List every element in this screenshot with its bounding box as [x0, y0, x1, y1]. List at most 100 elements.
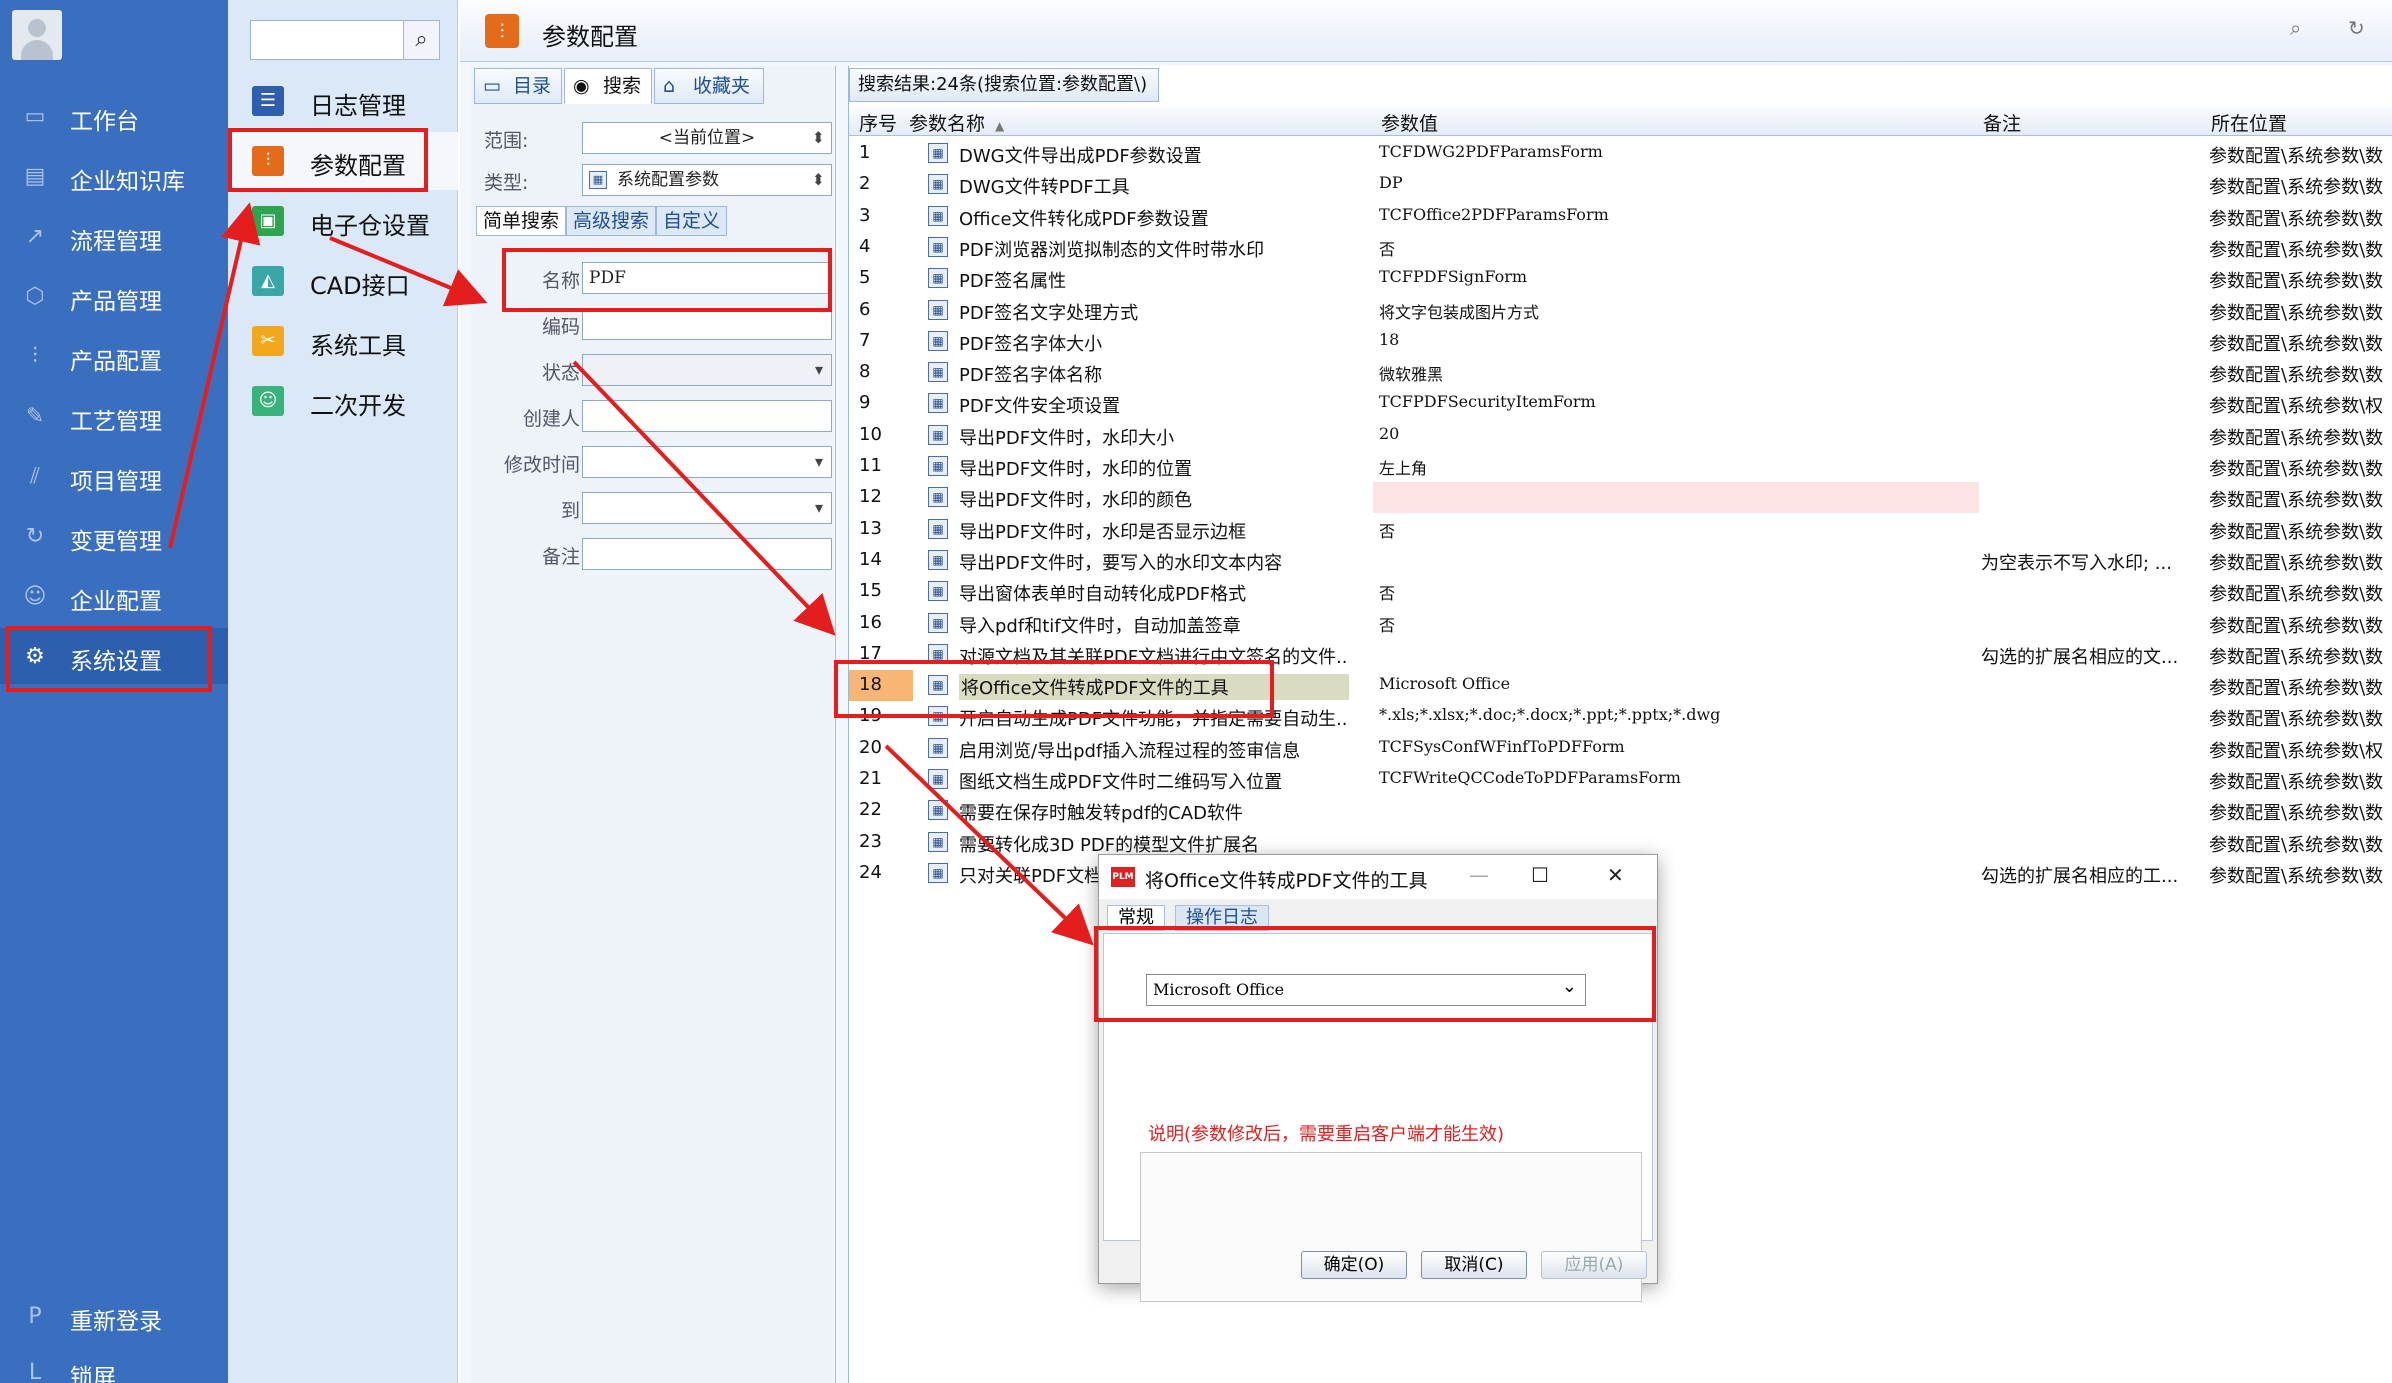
annotation-box-parameter-config [228, 128, 428, 192]
minimize-icon[interactable]: — [1469, 863, 1489, 887]
modified-from-date[interactable] [582, 446, 832, 478]
tab-directory[interactable]: ▭ 目录 [474, 68, 562, 104]
param-name: PDF签名字体大小 [959, 333, 1103, 355]
table-row[interactable]: 6 ▦ PDF签名文字处理方式 将文字包装成图片方式 参数配置\系统参数\数 [849, 295, 2392, 326]
row-number: 6 [859, 298, 871, 320]
nav-item-workflow[interactable]: ↗ 流程管理 [0, 208, 228, 264]
table-row[interactable]: 5 ▦ PDF签名属性 TCFPDFSignForm 参数配置\系统参数\数 [849, 263, 2392, 294]
column-header-no[interactable]: 序号 [859, 109, 897, 136]
table-row[interactable]: 7 ▦ PDF签名字体大小 18 参数配置\系统参数\数 [849, 326, 2392, 357]
param-name: DWG文件导出成PDF参数设置 [959, 146, 1202, 167]
creator-field[interactable] [582, 400, 832, 432]
sub-item-system-tools[interactable]: ✂ 系统工具 [228, 312, 458, 370]
param-location: 参数配置\系统参数\数 [2209, 239, 2384, 261]
row-number: 13 [859, 517, 882, 539]
param-location: 参数配置\系统参数\权 [2209, 740, 2384, 762]
nav-item-lock-screen[interactable]: L 锁屏 [0, 1344, 228, 1383]
app-window: ▭ 工作台 ▤ 企业知识库 ↗ 流程管理 ⬡ 产品管理 ⫶ 产品配置 ✎ 工艺管理 ⫽ 项目管… [0, 0, 2392, 1383]
refresh-icon: ↻ [25, 524, 45, 549]
modified-from-row: 修改时间 [470, 446, 836, 480]
nav-item-product-config[interactable]: ⫶ 产品配置 [0, 328, 228, 384]
sub-item-log-management[interactable]: ☰ 日志管理 [228, 72, 458, 130]
param-name: 导出PDF文件时，要写入的水印文本内容 [959, 552, 1283, 574]
nav-item-process[interactable]: ✎ 工艺管理 [0, 388, 228, 444]
modified-to-row: 到 [470, 492, 836, 526]
row-number: 21 [859, 768, 882, 789]
refresh-icon[interactable]: ↻ [2348, 16, 2365, 40]
table-row[interactable]: 4 ▦ PDF浏览器浏览拟制态的文件时带水印 否 参数配置\系统参数\数 [849, 232, 2392, 263]
tab-search[interactable]: ◉ 搜索 [564, 68, 652, 104]
cancel-button[interactable]: 取消(C) [1421, 1251, 1527, 1279]
modified-to-date[interactable] [582, 492, 832, 524]
table-row[interactable]: 12 ▦ 导出PDF文件时，水印的颜色 参数配置\系统参数\数 [849, 482, 2392, 514]
column-header-note[interactable]: 备注 [1983, 109, 2021, 136]
row-number: 22 [859, 799, 882, 821]
parameter-icon: ▦ [928, 487, 948, 508]
search-icon[interactable]: ⌕ [403, 21, 439, 59]
row-number: 10 [859, 423, 882, 445]
param-value: TCFWriteQCCodeToPDFParamsForm [1379, 768, 1681, 787]
nav-item-enterprise-config[interactable]: ☺ 企业配置 [0, 568, 228, 624]
description-area[interactable] [1140, 1152, 1642, 1302]
table-row[interactable]: 16 ▦ 导入pdf和tif文件时，自动加盖签章 否 参数配置\系统参数\数 [849, 608, 2392, 639]
type-select[interactable]: ▦ 系统配置参数 [582, 164, 832, 196]
table-row[interactable]: 15 ▦ 导出窗体表单时自动转化成PDF格式 否 参数配置\系统参数\数 [849, 576, 2392, 607]
dialog-title-bar: PLM 将Office文件转成PDF文件的工具 — ☐ ✕ [1099, 855, 1657, 899]
table-row[interactable]: 14 ▦ 导出PDF文件时，要写入的水印文本内容 为空表示不写入水印; ... 参数配置… [849, 545, 2392, 576]
search-icon[interactable]: ⌕ [2290, 16, 2301, 40]
close-icon[interactable]: ✕ [1607, 863, 1624, 887]
table-row[interactable]: 23 ▦ 需要转化成3D PDF的模型文件扩展名 参数配置\系统参数\数 [849, 827, 2392, 858]
tab-custom[interactable]: 自定义 [656, 206, 728, 236]
page-title: 参数配置 [542, 23, 638, 51]
tab-advanced-search[interactable]: 高级搜索 [566, 206, 657, 236]
nav-item-relogin[interactable]: P 重新登录 [0, 1288, 228, 1344]
param-location: 参数配置\系统参数\数 [2209, 459, 2384, 480]
table-row[interactable]: 9 ▦ PDF文件安全项设置 TCFPDFSecurityItemForm 参数配置\系… [849, 388, 2392, 419]
nav-item-products[interactable]: ⬡ 产品管理 [0, 268, 228, 324]
remark-field[interactable] [582, 538, 832, 570]
param-location: 参数配置\系统参数\数 [2209, 865, 2384, 887]
table-row[interactable]: 1 ▦ DWG文件导出成PDF参数设置 TCFDWG2PDFParamsForm 参数配… [849, 138, 2392, 169]
param-name: 启用浏览/导出pdf插入流程过程的签审信息 [959, 740, 1301, 762]
table-row[interactable]: 2 ▦ DWG文件转PDF工具 DP 参数配置\系统参数\数 [849, 169, 2392, 200]
table-row[interactable]: 22 ▦ 需要在保存时触发转pdf的CAD软件 参数配置\系统参数\数 [849, 795, 2392, 826]
avatar[interactable] [12, 10, 62, 60]
table-row[interactable]: 11 ▦ 导出PDF文件时，水印的位置 左上角 参数配置\系统参数\数 [849, 451, 2392, 482]
table-row[interactable]: 3 ▦ Office文件转化成PDF参数设置 TCFOffice2PDFParamsF… [849, 201, 2392, 232]
status-select[interactable] [582, 354, 832, 386]
table-row[interactable]: 21 ▦ 图纸文档生成PDF文件时二维码写入位置 TCFWriteQCCodeToPD… [849, 764, 2392, 795]
table-row[interactable]: 8 ▦ PDF签名字体名称 微软雅黑 参数配置\系统参数\数 [849, 357, 2392, 388]
row-number: 24 [859, 861, 882, 883]
column-header-location[interactable]: 所在位置 [2211, 109, 2287, 136]
sub-item-warehouse-settings[interactable]: ▣ 电子仓设置 [228, 192, 458, 250]
maximize-icon[interactable]: ☐ [1531, 863, 1549, 887]
nav-item-knowledge-base[interactable]: ▤ 企业知识库 [0, 148, 228, 204]
table-row[interactable]: 13 ▦ 导出PDF文件时，水印是否显示边框 否 参数配置\系统参数\数 [849, 514, 2392, 545]
tab-favorites[interactable]: ⌂ 收藏夹 [654, 68, 764, 104]
scope-select[interactable]: <当前位置> [582, 122, 832, 154]
param-location: 参数配置\系统参数\数 [2209, 333, 2384, 355]
tab-simple-search[interactable]: 简单搜索 [476, 206, 567, 236]
table-row[interactable]: 10 ▦ 导出PDF文件时，水印大小 20 参数配置\系统参数\数 [849, 420, 2392, 451]
row-number: 15 [859, 580, 882, 602]
row-number: 11 [859, 455, 882, 476]
nav-item-changes[interactable]: ↻ 变更管理 [0, 508, 228, 564]
parameter-icon: ▦ [928, 456, 948, 476]
column-header-value[interactable]: 参数值 [1381, 109, 1438, 136]
nav-item-workbench[interactable]: ▭ 工作台 [0, 88, 228, 144]
cube-icon: ⬡ [25, 284, 45, 309]
folder-icon: ⌂ [663, 75, 676, 97]
parameter-icon: ▦ [928, 393, 948, 414]
nav-item-projects[interactable]: ⫽ 项目管理 [0, 448, 228, 504]
sub-item-secondary-dev[interactable]: ☺ 二次开发 [228, 372, 458, 430]
sub-item-cad-interface[interactable]: ◭ CAD接口 [228, 252, 458, 310]
menu-search-input[interactable]: ⌕ [250, 20, 440, 60]
column-header-name[interactable]: 参数名称 ▲ [909, 109, 1004, 136]
parameter-edit-dialog: PLM 将Office文件转成PDF文件的工具 — ☐ ✕ 常规 操作日志 Mi… [1098, 854, 1658, 1302]
code-field[interactable] [582, 308, 832, 340]
ok-button[interactable]: 确定(O) [1301, 1251, 1407, 1279]
apply-button[interactable]: 应用(A) [1541, 1251, 1647, 1279]
row-number: 5 [859, 267, 871, 289]
table-row[interactable]: 20 ▦ 启用浏览/导出pdf插入流程过程的签审信息 TCFSysConfWFinfT… [849, 733, 2392, 764]
param-location: 参数配置\系统参数\数 [2209, 177, 2384, 199]
